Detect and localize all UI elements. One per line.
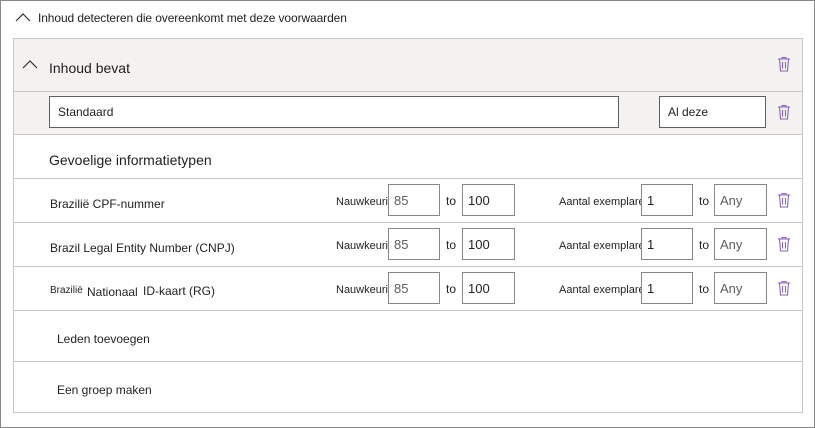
instances-max-value: Any [720,236,743,252]
chevron-up-icon[interactable] [22,59,38,69]
instances-label: Aantal exemplaren [559,284,651,296]
instances-label: Aantal exemplaren [559,196,651,208]
to-label: to [446,282,457,296]
instances-min-input[interactable]: 1 [641,228,693,260]
accuracy-min-value: 85 [394,280,409,296]
sit-name: Brazil Legal Entity Number (CNPJ) [50,241,235,255]
trash-icon[interactable] [777,280,791,296]
accuracy-max-value: 100 [468,280,490,296]
divider [14,310,802,311]
divider [14,266,802,267]
section-title: Inhoud detecteren die overeenkomt met de… [38,11,347,25]
to-label: to [446,194,457,208]
instances-max-value: Any [720,280,743,296]
accuracy-min-value: 85 [394,236,409,252]
accuracy-min-input[interactable]: 85 [388,184,440,216]
to-label: to [699,282,710,296]
sit-name-part: Brazilië [50,285,83,296]
divider [14,222,802,223]
accuracy-max-input[interactable]: 100 [462,184,515,216]
accuracy-min-input[interactable]: 85 [388,228,440,260]
instances-max-input[interactable]: Any [714,228,767,260]
add-members-link[interactable]: Leden toevoegen [57,332,150,346]
operator-dropdown[interactable]: Al deze [659,96,766,128]
group-header [14,39,802,91]
instances-min-input[interactable]: 1 [641,184,693,216]
sit-name-part: Nationaal [87,285,138,299]
accuracy-max-value: 100 [468,192,490,208]
trash-icon[interactable] [777,192,791,208]
divider [14,178,802,179]
instances-max-input[interactable]: Any [714,272,767,304]
condition-group-panel: Inhoud bevat Standaard Al deze Gevoelige… [13,38,803,413]
accuracy-max-input[interactable]: 100 [462,228,515,260]
group-name-value: Standaard [58,105,114,119]
group-title: Inhoud bevat [49,60,130,76]
sit-heading: Gevoelige informatietypen [49,152,212,168]
to-label: to [446,238,457,252]
accuracy-max-input[interactable]: 100 [462,272,515,304]
to-label: to [699,238,710,252]
sit-name: Brazilië CPF-nummer [50,197,165,211]
divider [14,134,802,135]
to-label: to [699,194,710,208]
create-group-link[interactable]: Een groep maken [57,383,152,397]
chevron-up-icon[interactable] [15,12,31,22]
sit-name-part: ID-kaart (RG) [143,284,215,298]
instances-max-input[interactable]: Any [714,184,767,216]
trash-icon[interactable] [777,104,791,120]
divider [14,361,802,362]
instances-min-value: 1 [647,236,655,252]
instances-min-value: 1 [647,192,655,208]
group-name-input[interactable]: Standaard [49,96,619,128]
trash-icon[interactable] [777,56,791,72]
instances-min-value: 1 [647,280,655,296]
accuracy-min-value: 85 [394,192,409,208]
instances-max-value: Any [720,192,743,208]
operator-value: Al deze [668,105,709,119]
instances-label: Aantal exemplaren [559,240,651,252]
instances-min-input[interactable]: 1 [641,272,693,304]
accuracy-min-input[interactable]: 85 [388,272,440,304]
trash-icon[interactable] [777,236,791,252]
accuracy-max-value: 100 [468,236,490,252]
